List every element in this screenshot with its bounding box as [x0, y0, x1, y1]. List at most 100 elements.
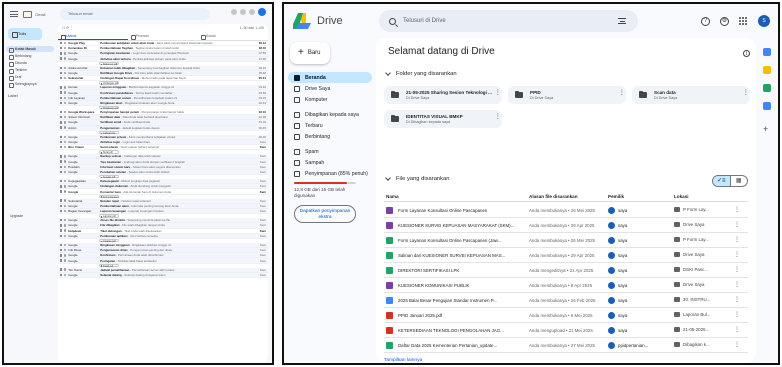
column-reason[interactable]: Alasan file disarankan [529, 194, 578, 199]
file-location[interactable]: P Form Lay... [674, 206, 726, 212]
row-checkbox[interactable] [60, 52, 63, 55]
file-row[interactable]: Form Layanan Konsultasi Online Pascapane… [384, 233, 748, 248]
row-checkbox[interactable] [60, 140, 63, 144]
star-icon[interactable] [63, 52, 67, 55]
email-row[interactable]: Bagian Keuangan Laporan keuangan - Lapora… [58, 208, 268, 215]
star-icon[interactable] [63, 121, 67, 124]
row-checkbox[interactable] [60, 91, 63, 94]
file-location[interactable]: Drive Saya [674, 251, 726, 257]
star-icon[interactable] [63, 47, 67, 50]
drive-nav-item[interactable]: Dibagikan kepada saya [288, 109, 372, 120]
gmail-nav-item[interactable]: Kotak Masuk [6, 46, 54, 53]
star-icon[interactable] [63, 165, 67, 168]
row-checkbox[interactable] [60, 77, 63, 80]
row-checkbox[interactable] [60, 199, 63, 202]
file-row[interactable]: KUESIONER KOMUNIKASI PUBLIK Anda membukan… [384, 278, 748, 293]
avatar[interactable] [258, 8, 266, 16]
row-checkbox[interactable] [60, 204, 63, 208]
row-checkbox[interactable] [60, 47, 63, 50]
star-icon[interactable] [63, 41, 67, 45]
get-storage-button[interactable]: Dapatkan penyimpanan ekstra [294, 205, 356, 223]
row-checkbox[interactable] [60, 146, 63, 149]
attachment-chip[interactable]: Detail.pdf [99, 263, 119, 268]
attachment-chip[interactable]: Setelan.pdf [99, 175, 119, 179]
file-location[interactable]: 30. INSTRU... [674, 296, 726, 302]
new-button[interactable]: + Baru [290, 42, 330, 64]
row-checkbox[interactable] [60, 243, 63, 247]
email-row[interactable]: Google Komentar baru - Ada komentar baru … [58, 189, 268, 195]
more-options-icon[interactable]: ⋮ [734, 311, 740, 318]
attachment-chip[interactable]: Dokumen.pdf [99, 61, 119, 66]
row-checkbox[interactable] [60, 160, 63, 163]
search-icon[interactable] [389, 17, 396, 25]
email-row[interactable]: Google Selamat datang - Selamat datang di… [58, 272, 268, 278]
folder-card[interactable]: IDENTITAS VISUAL BMKP Di Dibagikan kepada… [384, 110, 502, 128]
drive-nav-item[interactable]: Komputer [288, 94, 372, 105]
gmail-tab[interactable]: Sosial [198, 32, 268, 40]
row-checkbox[interactable] [60, 71, 63, 75]
view-toggle[interactable]: ✓≡ ▦ [712, 175, 748, 187]
star-icon[interactable] [63, 259, 67, 262]
side-app-icon[interactable] [763, 84, 771, 92]
row-checkbox[interactable] [60, 66, 63, 70]
row-checkbox[interactable] [60, 96, 63, 99]
star-icon[interactable] [63, 229, 67, 232]
settings-icon[interactable]: ⚙ [720, 16, 729, 26]
attachment-chip[interactable]: Surat.pdf [99, 150, 119, 154]
side-app-icon[interactable] [763, 48, 771, 56]
row-checkbox[interactable] [60, 101, 63, 105]
file-row[interactable]: KUESIONER SURVEI KEPUASAN MASYARAKAT (SK… [384, 218, 748, 233]
email-row[interactable]: Google Ringkasan akun - Ringkasan bulanan… [58, 100, 268, 107]
drive-nav-item[interactable]: Penyimpanan (85% penuh) [288, 168, 372, 179]
gmail-nav-item[interactable]: Terkirim [6, 67, 54, 74]
email-row[interactable]: Google Peringatan - Aktivitas tidak biasa… [58, 258, 268, 264]
row-checkbox[interactable] [60, 170, 63, 174]
more-options-icon[interactable]: ⋮ [734, 326, 740, 333]
settings-icon[interactable] [240, 9, 246, 15]
files-section-toggle[interactable]: File yang disarankan [384, 175, 450, 182]
star-icon[interactable] [63, 126, 67, 129]
file-row[interactable]: Form Layanan Konsultasi Online Pascapane… [384, 203, 748, 218]
show-more-link[interactable]: Tampilkan lainnya [384, 358, 422, 363]
star-icon[interactable] [63, 190, 67, 193]
email-row[interactable]: Google Pembaruan aplikasi - Versi terbaru… [58, 233, 268, 239]
more-options-icon[interactable]: ⋮ [734, 251, 740, 258]
row-checkbox[interactable] [60, 234, 63, 237]
row-checkbox[interactable] [60, 110, 63, 114]
row-checkbox[interactable] [60, 248, 63, 252]
star-icon[interactable] [63, 185, 67, 188]
attachment-chip[interactable]: Komentar.docx [99, 194, 119, 199]
more-options-icon[interactable]: ⋮ [734, 266, 740, 273]
folder-card[interactable]: PPID Di Drive Saya [508, 86, 626, 104]
star-icon[interactable] [63, 66, 67, 70]
gmail-search-input[interactable]: Telusuri email [60, 8, 210, 20]
row-checkbox[interactable] [60, 268, 63, 271]
row-checkbox[interactable] [60, 121, 63, 124]
folder-card[interactable]: Scan data Di Drive Saya [632, 86, 750, 104]
star-icon[interactable] [63, 248, 67, 252]
column-name[interactable]: Nama [386, 194, 399, 199]
row-checkbox[interactable] [60, 135, 63, 139]
attachment-chip[interactable]: Undangan.pdf [99, 81, 119, 85]
row-checkbox[interactable] [60, 126, 63, 129]
attachment-chip[interactable]: Ringkasan.pdf [99, 106, 119, 110]
row-checkbox[interactable] [60, 229, 63, 232]
row-checkbox[interactable] [60, 57, 63, 60]
star-icon[interactable] [63, 86, 67, 89]
more-options-icon[interactable] [619, 89, 626, 99]
email-row[interactable]: Admin Pengumuman - Jadwal kegiatan bulan … [58, 125, 268, 131]
email-row[interactable]: Biro Umum Surat edaran - Surat edaran ter… [58, 145, 268, 151]
row-checkbox[interactable] [60, 116, 63, 119]
attachment-chip[interactable]: Catatan.pdf [99, 238, 119, 243]
list-view-icon[interactable]: ✓≡ [713, 176, 731, 186]
star-icon[interactable] [63, 71, 67, 75]
row-checkbox[interactable] [60, 273, 63, 277]
apps-icon[interactable] [249, 9, 255, 15]
star-icon[interactable] [63, 209, 67, 213]
column-location[interactable]: Lokasi [674, 194, 689, 199]
row-checkbox[interactable] [60, 185, 63, 188]
info-icon[interactable]: i [743, 50, 750, 57]
star-icon[interactable] [63, 140, 67, 144]
folders-section-toggle[interactable]: Folder yang disarankan [384, 70, 457, 77]
star-icon[interactable] [63, 268, 67, 271]
